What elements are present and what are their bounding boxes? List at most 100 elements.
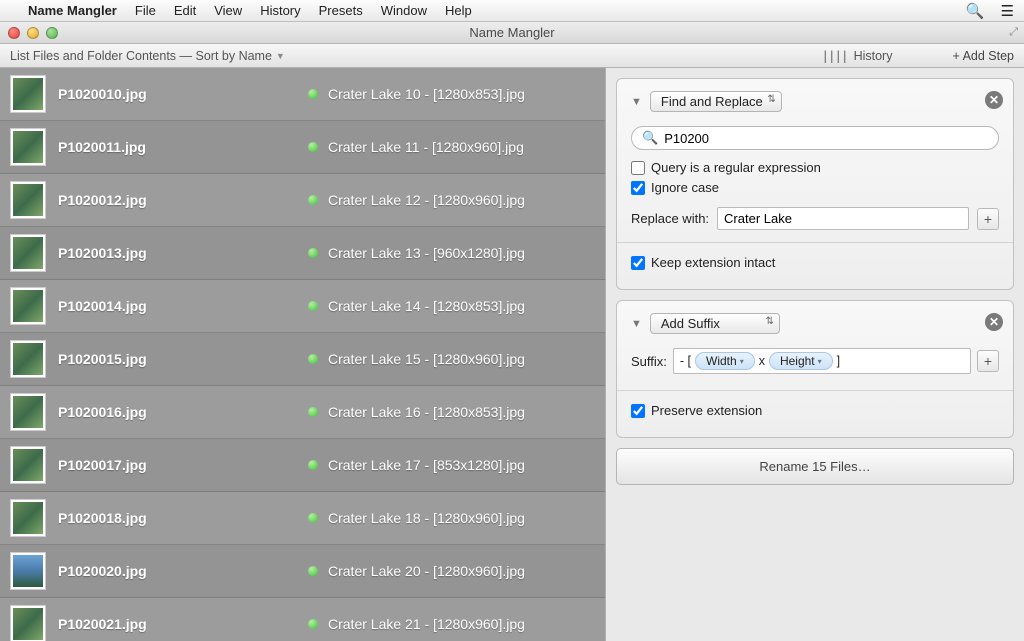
regex-label: Query is a regular expression [651,160,821,175]
minimize-window-button[interactable] [27,27,39,39]
file-thumbnail [10,234,46,272]
file-thumbnail [10,499,46,537]
window-titlebar: Name Mangler ⤢ [0,22,1024,44]
remove-step-button[interactable]: ✕ [985,313,1003,331]
status-dot-icon [308,248,318,258]
source-filename: P1020021.jpg [58,616,308,632]
list-icon[interactable]: ☰ [1001,2,1014,20]
add-token-button[interactable]: + [977,350,999,372]
replace-with-input[interactable] [717,207,969,230]
file-thumbnail [10,128,46,166]
suffix-label: Suffix: [631,354,667,369]
destination-filename: Crater Lake 10 - [1280x853].jpg [328,86,525,102]
zoom-window-button[interactable] [46,27,58,39]
source-filename: P1020020.jpg [58,563,308,579]
file-row[interactable]: P1020020.jpg Crater Lake 20 - [1280x960].… [0,545,605,598]
barcode-icon: |||| [821,48,847,63]
preserve-extension-label: Preserve extension [651,403,762,418]
file-thumbnail [10,393,46,431]
ignore-case-checkbox[interactable] [631,181,645,195]
destination-filename: Crater Lake 11 - [1280x960].jpg [328,139,524,155]
suffix-literal-prefix: - [ [680,354,691,368]
source-filename: P1020012.jpg [58,192,308,208]
destination-filename: Crater Lake 14 - [1280x853].jpg [328,298,525,314]
fullscreen-icon[interactable]: ⤢ [1009,26,1018,39]
file-row[interactable]: P1020012.jpg Crater Lake 12 - [1280x960].… [0,174,605,227]
add-token-button[interactable]: + [977,208,999,230]
step-add-suffix: ▼ Add Suffix ✕ Suffix: - [ Width x Heigh… [616,300,1014,438]
list-mode-dropdown[interactable]: List Files and Folder Contents — Sort by… [10,49,285,63]
window-title: Name Mangler [0,25,1024,40]
find-query-field[interactable]: 🔍 [631,126,999,150]
file-thumbnail [10,552,46,590]
remove-step-button[interactable]: ✕ [985,91,1003,109]
menu-window[interactable]: Window [381,3,427,18]
menu-history[interactable]: History [260,3,300,18]
app-menu[interactable]: Name Mangler [28,3,117,18]
status-dot-icon [308,460,318,470]
destination-filename: Crater Lake 12 - [1280x960].jpg [328,192,525,208]
chevron-down-icon: ▼ [276,51,285,61]
destination-filename: Crater Lake 18 - [1280x960].jpg [328,510,525,526]
destination-filename: Crater Lake 15 - [1280x960].jpg [328,351,525,367]
file-row[interactable]: P1020015.jpg Crater Lake 15 - [1280x960].… [0,333,605,386]
status-dot-icon [308,89,318,99]
destination-filename: Crater Lake 13 - [960x1280].jpg [328,245,525,261]
source-filename: P1020018.jpg [58,510,308,526]
source-filename: P1020015.jpg [58,351,308,367]
preserve-extension-checkbox[interactable] [631,404,645,418]
menu-presets[interactable]: Presets [319,3,363,18]
file-thumbnail [10,340,46,378]
status-dot-icon [308,513,318,523]
disclosure-triangle-icon[interactable]: ▼ [631,318,642,330]
rename-button[interactable]: Rename 15 Files… [616,448,1014,485]
file-row[interactable]: P1020021.jpg Crater Lake 21 - [1280x960].… [0,598,605,641]
history-button[interactable]: |||| History [821,48,892,63]
status-dot-icon [308,301,318,311]
spotlight-icon[interactable]: 🔍 [966,2,985,20]
file-row[interactable]: P1020014.jpg Crater Lake 14 - [1280x853].… [0,280,605,333]
find-query-input[interactable] [664,131,988,146]
file-row[interactable]: P1020016.jpg Crater Lake 16 - [1280x853].… [0,386,605,439]
regex-checkbox[interactable] [631,161,645,175]
destination-filename: Crater Lake 16 - [1280x853].jpg [328,404,525,420]
destination-filename: Crater Lake 21 - [1280x960].jpg [328,616,525,632]
step-type-select[interactable]: Add Suffix [650,313,780,334]
source-filename: P1020013.jpg [58,245,308,261]
status-dot-icon [308,407,318,417]
list-mode-label: List Files and Folder Contents — Sort by… [10,49,272,63]
file-row[interactable]: P1020013.jpg Crater Lake 13 - [960x1280].… [0,227,605,280]
status-dot-icon [308,142,318,152]
keep-extension-checkbox[interactable] [631,256,645,270]
menu-file[interactable]: File [135,3,156,18]
status-dot-icon [308,195,318,205]
file-thumbnail [10,605,46,641]
file-list[interactable]: P1020010.jpg Crater Lake 10 - [1280x853].… [0,68,605,641]
replace-with-label: Replace with: [631,211,709,226]
status-dot-icon [308,566,318,576]
menu-edit[interactable]: Edit [174,3,196,18]
destination-filename: Crater Lake 20 - [1280x960].jpg [328,563,525,579]
file-row[interactable]: P1020017.jpgCrater Lake 17 - [853x1280].… [0,439,605,492]
menu-help[interactable]: Help [445,3,472,18]
file-thumbnail [10,287,46,325]
file-row[interactable]: P1020010.jpg Crater Lake 10 - [1280x853].… [0,68,605,121]
height-token[interactable]: Height [769,352,833,370]
status-dot-icon [308,354,318,364]
source-filename: P1020017.jpg [58,457,308,473]
file-row[interactable]: P1020011.jpgCrater Lake 11 - [1280x960].… [0,121,605,174]
source-filename: P1020016.jpg [58,404,308,420]
file-row[interactable]: P1020018.jpg Crater Lake 18 - [1280x960].… [0,492,605,545]
add-step-button[interactable]: + Add Step [952,49,1014,63]
close-window-button[interactable] [8,27,20,39]
source-filename: P1020010.jpg [58,86,308,102]
step-type-select[interactable]: Find and Replace [650,91,782,112]
file-thumbnail [10,181,46,219]
width-token[interactable]: Width [695,352,755,370]
menu-view[interactable]: View [214,3,242,18]
disclosure-triangle-icon[interactable]: ▼ [631,96,642,108]
toolbar: List Files and Folder Contents — Sort by… [0,44,1024,68]
ignore-case-label: Ignore case [651,180,719,195]
source-filename: P1020014.jpg [58,298,308,314]
suffix-input[interactable]: - [ Width x Height ] [673,348,971,374]
